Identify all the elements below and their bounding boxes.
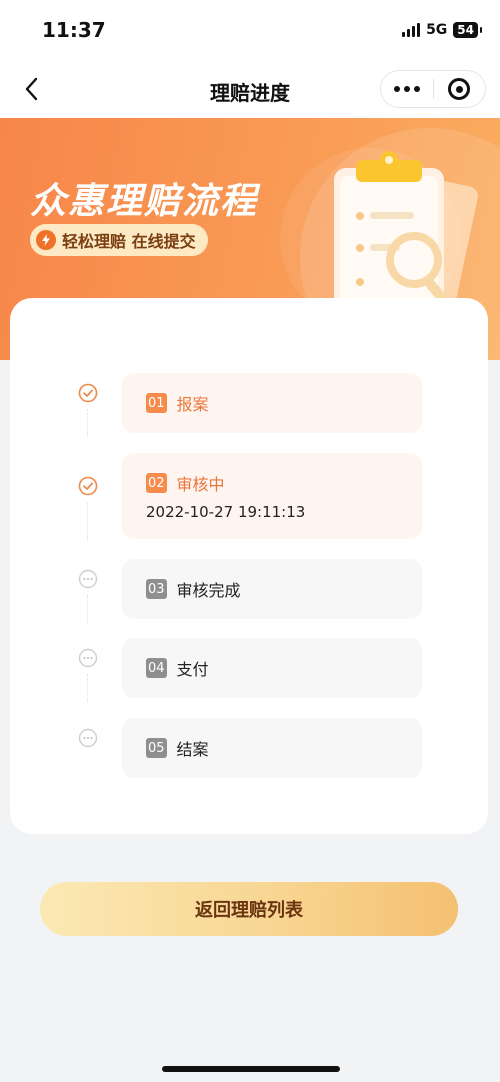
step-label: 支付 <box>176 660 209 679</box>
step-timestamp: 2022-10-27 19:11:13 <box>146 503 306 521</box>
step-box: 02 审核中 2022-10-27 19:11:13 <box>122 453 422 539</box>
step-number: 02 <box>146 473 167 493</box>
step-connector <box>87 503 89 541</box>
step-number: 04 <box>146 658 167 678</box>
nav-bar: 理赔进度 <box>0 60 500 118</box>
network-label: 5G <box>426 22 448 38</box>
close-miniprogram-icon[interactable] <box>434 78 486 100</box>
clipboard-illustration <box>334 151 478 318</box>
banner-tag: 轻松理赔 在线提交 <box>30 224 208 256</box>
step-label: 报案 <box>176 395 209 414</box>
step-connector <box>87 595 89 623</box>
progress-card: 01 报案 02 审核中 2022-10-27 19:11:13 03 审核完成… <box>10 298 488 834</box>
banner-tag-text: 轻松理赔 在线提交 <box>62 232 196 251</box>
step-connector <box>87 674 89 702</box>
battery-icon: 54 <box>453 22 482 38</box>
pending-dots-icon <box>78 648 98 668</box>
step-box: 01 报案 <box>122 373 422 433</box>
miniprogram-capsule <box>380 70 486 108</box>
check-circle-icon <box>78 383 98 403</box>
step-box: 05 结案 <box>122 718 422 778</box>
step-number: 03 <box>146 579 167 599</box>
step-connector <box>87 409 89 437</box>
step-label: 结案 <box>176 740 209 759</box>
step-label: 审核中 <box>176 475 225 494</box>
step-box: 03 审核完成 <box>122 559 422 619</box>
check-circle-icon <box>78 476 98 496</box>
lightning-shield-icon <box>36 230 56 250</box>
status-indicators: 5G 54 <box>402 22 482 38</box>
status-time: 11:37 <box>42 18 106 42</box>
step-number: 05 <box>146 738 167 758</box>
step-box: 04 支付 <box>122 638 422 698</box>
banner-title: 众惠理赔流程 <box>30 181 259 222</box>
pending-dots-icon <box>78 728 98 748</box>
home-indicator <box>162 1066 340 1072</box>
step-label: 审核完成 <box>176 581 241 600</box>
status-bar: 11:37 5G 54 <box>0 0 500 60</box>
step-number: 01 <box>146 393 167 413</box>
signal-icon <box>402 23 421 37</box>
pending-dots-icon <box>78 569 98 589</box>
more-icon[interactable] <box>381 86 433 92</box>
back-to-claims-list-button[interactable]: 返回理赔列表 <box>40 882 458 936</box>
